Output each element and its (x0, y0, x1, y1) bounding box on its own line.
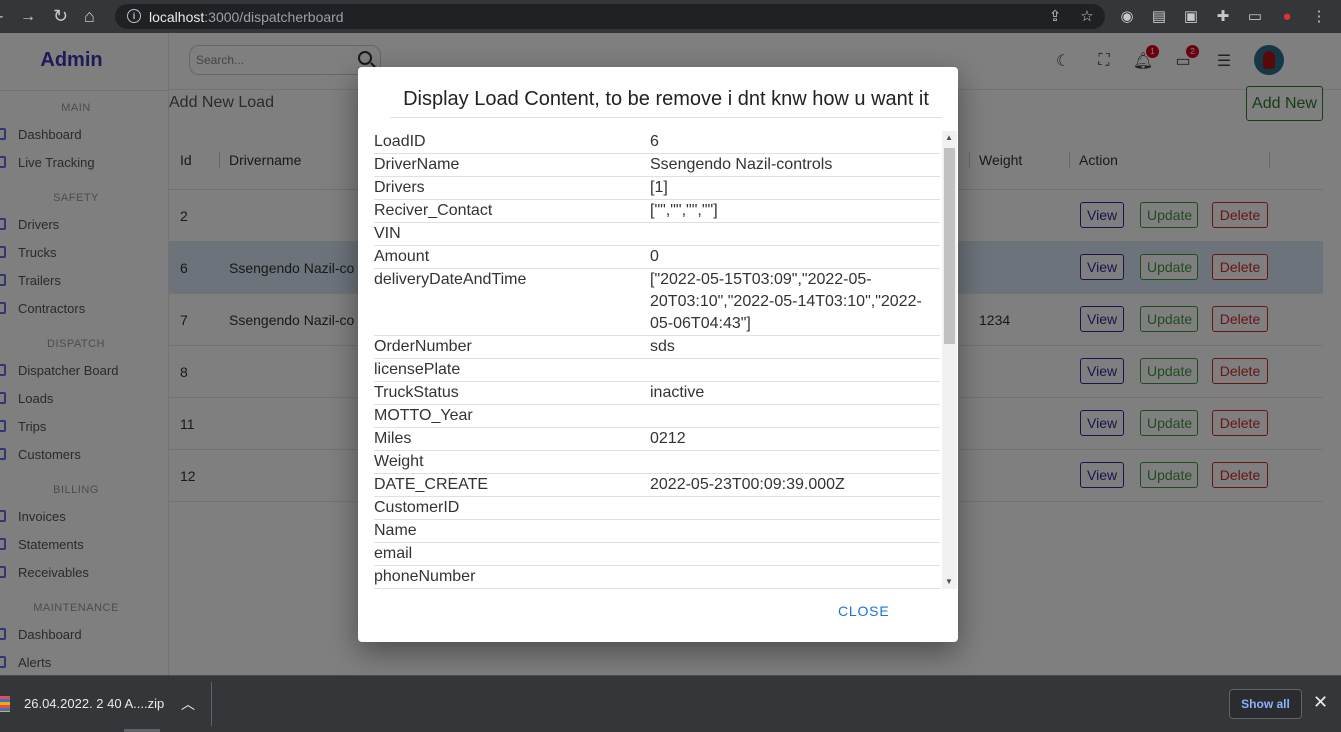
field-key: VIN (374, 225, 401, 242)
extension-icon[interactable]: ◉ (1118, 7, 1136, 25)
field-value (650, 497, 924, 519)
reload-icon[interactable]: ↻ (53, 0, 68, 33)
field-row: Name (374, 520, 940, 543)
home-icon[interactable]: ⌂ (84, 0, 95, 33)
field-value (650, 359, 924, 381)
share-icon[interactable]: ⇪ (1046, 7, 1064, 25)
field-key: phoneNumber (374, 568, 476, 585)
field-value: ["2022-05-15T03:09","2022-05-20T03:10","… (650, 271, 922, 332)
puzzle-icon[interactable]: ✚ (1214, 7, 1232, 25)
menu-icon[interactable]: ⋮ (1310, 7, 1328, 25)
field-key: DriverName (374, 156, 460, 173)
profile-icon[interactable]: ● (1278, 7, 1296, 25)
field-value: 2022-05-23T00:09:39.000Z (650, 476, 845, 493)
field-row: Miles 0212 (374, 428, 940, 451)
field-row: Weight (374, 451, 940, 474)
field-value: 0212 (650, 430, 686, 447)
field-value (650, 566, 924, 588)
field-value: Ssengendo Nazil-controls (650, 156, 833, 173)
field-key: DATE_CREATE (374, 476, 489, 493)
address-bar[interactable]: i localhost:3000/dispatcherboard (115, 4, 1105, 29)
chevron-up-icon[interactable]: ︿ (181, 694, 195, 714)
field-row: deliveryDateAndTime ["2022-05-15T03:09","… (374, 269, 940, 336)
field-key: licensePlate (374, 361, 461, 378)
close-icon[interactable]: ✕ (1313, 692, 1328, 713)
field-value (650, 223, 924, 245)
download-file-name[interactable]: 26.04.2022. 2 40 A....zip (24, 696, 164, 711)
field-row: DriverName Ssengendo Nazil-controls (374, 154, 940, 177)
forward-icon[interactable]: → (20, 0, 36, 33)
field-key: email (374, 545, 413, 562)
field-row: OrderNumber sds (374, 336, 940, 359)
field-row: phoneNumber (374, 566, 940, 589)
field-value (650, 520, 924, 542)
field-value: 0 (650, 248, 659, 265)
field-row: email (374, 543, 940, 566)
field-row: LoadID 6 (374, 131, 940, 154)
extension-icon[interactable]: ▤ (1150, 7, 1168, 25)
field-key: TruckStatus (374, 384, 459, 401)
load-details-dialog: Display Load Content, to be remove i dnt… (358, 67, 958, 642)
field-value: inactive (650, 384, 705, 401)
field-key: Reciver_Contact (374, 202, 493, 219)
star-icon[interactable]: ☆ (1078, 7, 1096, 25)
archive-file-icon (0, 696, 10, 712)
field-key: deliveryDateAndTime (374, 271, 527, 288)
field-row: MOTTO_Year (374, 405, 940, 428)
field-value: ["","","",""] (650, 202, 718, 219)
divider (211, 682, 212, 726)
extension-icon[interactable]: ▣ (1182, 7, 1200, 25)
dialog-title: Display Load Content, to be remove i dnt… (390, 88, 942, 118)
download-bar: 26.04.2022. 2 40 A....zip ︿ Show all ✕ (0, 675, 1341, 732)
field-row: Amount 0 (374, 246, 940, 269)
field-value: sds (650, 338, 675, 355)
field-row: CustomerID (374, 497, 940, 520)
back-icon[interactable]: - (0, 0, 3, 33)
field-value: 6 (650, 133, 659, 150)
browser-toolbar: - → ↻ ⌂ i localhost:3000/dispatcherboard… (0, 0, 1341, 33)
show-all-button[interactable]: Show all (1229, 689, 1302, 719)
field-row: Drivers [1] (374, 177, 940, 200)
field-key: OrderNumber (374, 338, 472, 355)
scroll-up-icon[interactable]: ▲ (945, 133, 953, 142)
dialog-content[interactable]: LoadID 6 DriverName Ssengendo Nazil-control… (374, 131, 940, 589)
site-info-icon[interactable]: i (127, 9, 141, 23)
sidepanel-icon[interactable]: ▭ (1246, 7, 1264, 25)
field-key: Drivers (374, 179, 425, 196)
close-button[interactable]: CLOSE (838, 603, 889, 619)
field-row: DATE_CREATE 2022-05-23T00:09:39.000Z (374, 474, 940, 497)
scrollbar-thumb[interactable] (944, 148, 955, 344)
field-key: Miles (374, 430, 412, 447)
field-key: Amount (374, 248, 430, 265)
field-value: [1] (650, 179, 668, 196)
url-path: :3000/dispatcherboard (204, 8, 344, 25)
field-row: TruckStatus inactive (374, 382, 940, 405)
field-key: Name (374, 522, 417, 539)
field-key: Weight (374, 453, 424, 470)
field-value (650, 451, 924, 473)
field-key: MOTTO_Year (374, 407, 473, 424)
field-value (650, 405, 924, 427)
field-key: CustomerID (374, 499, 460, 516)
scroll-down-icon[interactable]: ▼ (945, 577, 953, 586)
field-key: LoadID (374, 133, 426, 150)
field-row: licensePlate (374, 359, 940, 382)
field-value (650, 543, 924, 565)
dialog-scrollbar[interactable]: ▲ ▼ (942, 131, 957, 589)
field-row: Reciver_Contact ["","","",""] (374, 200, 940, 223)
field-row: VIN (374, 223, 940, 246)
url-host: localhost (149, 8, 205, 25)
